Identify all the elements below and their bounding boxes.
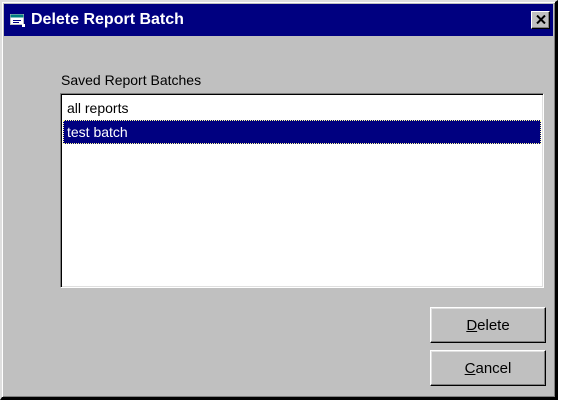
app-window-icon [10, 14, 26, 28]
title-bar[interactable]: Delete Report Batch [4, 4, 553, 36]
window-title: Delete Report Batch [31, 11, 184, 28]
delete-label-rest: elete [477, 316, 510, 334]
delete-report-batch-dialog: Delete Report Batch Saved Report Batches… [0, 0, 558, 400]
cancel-button[interactable]: Cancel [430, 350, 546, 386]
list-item-test-batch[interactable]: test batch [63, 120, 541, 144]
delete-button[interactable]: Delete [430, 307, 546, 343]
delete-hotkey: D [466, 316, 478, 334]
saved-batches-label: Saved Report Batches [61, 72, 202, 88]
saved-batches-listbox[interactable]: all reports test batch [60, 93, 544, 288]
cancel-label-rest: ancel [475, 359, 512, 377]
close-icon [535, 11, 546, 29]
close-button[interactable] [531, 11, 550, 29]
list-item-all-reports[interactable]: all reports [63, 96, 541, 120]
cancel-hotkey: C [464, 359, 476, 377]
